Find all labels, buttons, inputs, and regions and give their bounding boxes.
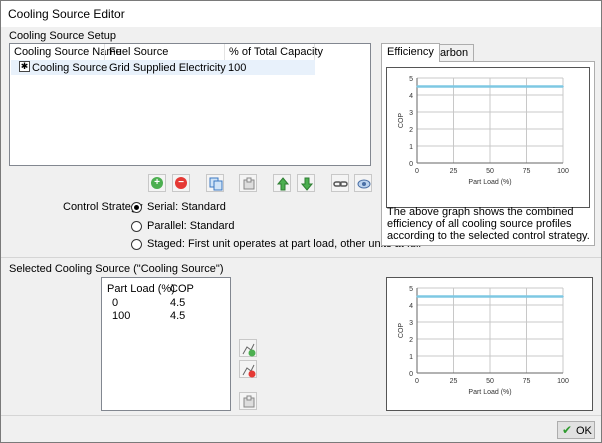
column-header-cop[interactable]: COP [170, 283, 194, 295]
y-axis-label: COP [398, 113, 405, 129]
data-point [562, 85, 564, 88]
library-button[interactable] [239, 174, 257, 192]
y-tick-label: 2 [409, 127, 413, 134]
x-tick-label: 25 [450, 378, 458, 385]
y-tick-label: 5 [409, 76, 413, 83]
cop-graph-frame: 0 1 2 3 4 5 0 25 50 75 100 Part Load (%) COP [386, 277, 593, 411]
move-down-icon [300, 177, 314, 191]
move-up-button[interactable] [273, 174, 291, 192]
link-icon [333, 181, 348, 187]
title-bar: Cooling Source Editor [1, 1, 601, 27]
serial-radio[interactable] [131, 202, 142, 213]
copy-icon [209, 177, 223, 191]
add-point-icon [242, 343, 256, 357]
library-button[interactable] [239, 392, 257, 410]
y-tick-label: 1 [409, 354, 413, 361]
y-tick-label: 0 [409, 161, 413, 168]
staged-label[interactable]: Staged: First unit operates at part load… [147, 238, 421, 250]
y-tick-label: 4 [409, 303, 413, 310]
link-button[interactable] [331, 174, 349, 192]
x-tick-label: 100 [557, 378, 569, 385]
y-tick-label: 3 [409, 320, 413, 327]
cop-chart: 0123450 25 50 75 100Part Load (%)COP [398, 286, 569, 396]
list-row[interactable]: ✱ Cooling Source Grid Supplied Electrici… [11, 60, 315, 75]
add-button[interactable]: + [148, 174, 166, 192]
x-tick-label: 75 [523, 378, 531, 385]
parallel-label[interactable]: Parallel: Standard [147, 220, 234, 232]
tab-efficiency[interactable]: Efficiency [381, 43, 440, 62]
data-point [562, 295, 564, 298]
remove-point-button[interactable] [239, 360, 257, 378]
column-header-name[interactable]: Cooling Source Name [14, 46, 122, 58]
column-header-capacity[interactable]: % of Total Capacity [229, 46, 323, 58]
row-fuel: Grid Supplied Electricity [109, 62, 226, 74]
cell-part-load[interactable]: 0 [112, 297, 118, 309]
y-tick-label: 5 [409, 286, 413, 293]
library-icon [243, 177, 255, 190]
view-button[interactable] [354, 174, 372, 192]
x-tick-label: 0 [415, 378, 419, 385]
cell-part-load[interactable]: 100 [112, 310, 130, 322]
x-tick-label: 50 [486, 168, 494, 175]
tab-efficiency-label: Efficiency [387, 46, 434, 58]
move-up-icon [276, 177, 290, 191]
cell-cop[interactable]: 4.5 [170, 310, 185, 322]
cop-table[interactable]: Part Load (%) COP 0 4.5 100 4.5 [101, 277, 231, 411]
x-axis-label: Part Load (%) [468, 179, 511, 186]
selected-group-label: Selected Cooling Source ("Cooling Source… [9, 263, 224, 275]
parallel-radio[interactable] [131, 221, 142, 232]
add-point-button[interactable] [239, 339, 257, 357]
cooling-source-editor-window: Cooling Source Editor Cooling Source Set… [0, 0, 602, 443]
column-header-part-load[interactable]: Part Load (%) [107, 283, 175, 295]
y-tick-label: 0 [409, 371, 413, 378]
library-icon [243, 395, 255, 408]
x-tick-label: 0 [415, 168, 419, 175]
x-tick-label: 25 [450, 168, 458, 175]
x-tick-label: 75 [523, 168, 531, 175]
combined-efficiency-chart: 0123450 25 50 75 100Part Load (%)COP [398, 76, 569, 186]
remove-point-icon [242, 364, 256, 378]
serial-label[interactable]: Serial: Standard [147, 201, 226, 213]
eye-icon [357, 179, 371, 189]
y-tick-label: 2 [409, 337, 413, 344]
y-tick-label: 4 [409, 93, 413, 100]
x-tick-label: 50 [486, 378, 494, 385]
window-title: Cooling Source Editor [8, 7, 125, 21]
add-icon: + [151, 177, 163, 189]
cooling-source-list[interactable]: Cooling Source Name Fuel Source % of Tot… [9, 43, 371, 166]
y-axis-label: COP [398, 323, 405, 339]
ok-button[interactable]: ✔ OK [557, 421, 595, 439]
staged-radio[interactable] [131, 239, 142, 250]
data-point [416, 85, 418, 88]
efficiency-graph-frame: 0 1 2 3 4 5 0 25 50 75 100 Part Load (%) COP [386, 67, 590, 208]
y-tick-label: 1 [409, 144, 413, 151]
x-tick-label: 100 [557, 168, 569, 175]
check-icon: ✔ [562, 423, 573, 437]
copy-button[interactable] [206, 174, 224, 192]
remove-icon: − [175, 177, 187, 189]
cell-cop[interactable]: 4.5 [170, 297, 185, 309]
y-tick-label: 3 [409, 110, 413, 117]
row-capacity: 100 [228, 62, 247, 74]
cooling-source-icon: ✱ [19, 61, 30, 72]
row-name: Cooling Source [32, 62, 108, 74]
ok-label: OK [576, 425, 592, 437]
efficiency-description: The above graph shows the combined effic… [387, 206, 590, 242]
remove-button[interactable]: − [172, 174, 190, 192]
list-header: Cooling Source Name Fuel Source % of Tot… [10, 44, 370, 60]
column-header-fuel[interactable]: Fuel Source [109, 46, 168, 58]
move-down-button[interactable] [297, 174, 315, 192]
x-axis-label: Part Load (%) [468, 389, 511, 396]
data-point [416, 295, 418, 298]
setup-group-label: Cooling Source Setup [9, 30, 117, 42]
